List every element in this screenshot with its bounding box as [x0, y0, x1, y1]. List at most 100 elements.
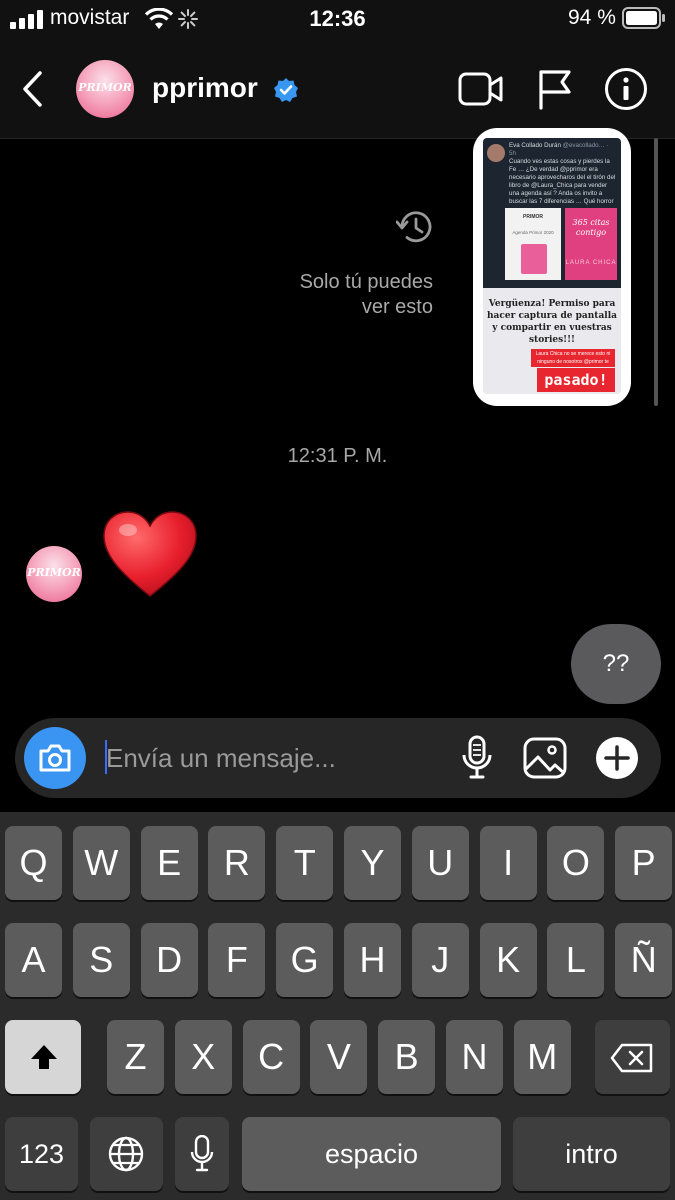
story-reply-card[interactable]: Eva Collado Durán @evacollado… · 5h Cuan… [473, 128, 631, 406]
globe-icon [108, 1136, 144, 1172]
key-d[interactable]: D [140, 923, 198, 997]
key-b[interactable]: B [378, 1020, 436, 1094]
key-ñ[interactable]: Ñ [615, 923, 673, 997]
agenda-book [521, 244, 547, 274]
numbers-key-label: 123 [18, 1139, 65, 1169]
key-label: G [290, 939, 319, 980]
key-i[interactable]: I [479, 826, 537, 900]
message-timestamp: 12:31 P. M. [287, 445, 388, 467]
story-screenshot: Eva Collado Durán @evacollado… · 5h Cuan… [483, 138, 621, 394]
key-label: X [191, 1036, 216, 1077]
key-label: T [293, 842, 316, 883]
key-a[interactable]: A [5, 923, 62, 997]
video-call-icon[interactable] [458, 70, 504, 108]
key-u[interactable]: U [411, 826, 469, 900]
key-q[interactable]: Q [5, 826, 62, 900]
key-label: M [527, 1036, 558, 1077]
gallery-icon[interactable] [523, 737, 567, 779]
key-label: B [394, 1036, 419, 1077]
key-label: S [89, 939, 114, 980]
header-avatar[interactable]: PRIMOR [76, 60, 134, 118]
tweet-body: Eva Collado Durán @evacollado… · 5h Cuan… [509, 142, 617, 214]
key-label: H [359, 939, 386, 980]
verified-badge-icon [274, 78, 298, 102]
key-s[interactable]: S [72, 923, 130, 997]
key-label: U [427, 842, 454, 883]
key-j[interactable]: J [411, 923, 469, 997]
agenda-primor-image: PRIMOR Agenda Primor 2020 [505, 208, 561, 280]
key-label: D [156, 939, 183, 980]
dictation-key[interactable] [175, 1117, 229, 1191]
shift-icon [31, 1045, 57, 1069]
key-label: J [431, 939, 450, 980]
key-label: E [157, 842, 182, 883]
key-z[interactable]: Z [107, 1020, 164, 1094]
book-title: 365 citas contigo [572, 218, 610, 237]
story-caption: Vergüenza! Permiso para hacer captura de… [487, 299, 617, 345]
key-n[interactable]: N [446, 1020, 503, 1094]
key-label: O [561, 842, 590, 883]
key-g[interactable]: G [276, 923, 334, 997]
key-label: I [503, 842, 514, 883]
sender-avatar[interactable]: PRIMOR [26, 546, 82, 602]
book-cover-image: 365 citas contigo LAURA CHICA [565, 208, 617, 280]
space-key[interactable]: espacio [242, 1117, 501, 1191]
delete-icon [610, 1043, 653, 1073]
status-bar: movistar 12:36 94 % [0, 0, 675, 40]
delete-key[interactable] [595, 1020, 670, 1094]
back-chevron-icon[interactable] [20, 70, 46, 108]
key-p[interactable]: P [615, 826, 673, 900]
key-o[interactable]: O [547, 826, 605, 900]
key-v[interactable]: V [310, 1020, 368, 1094]
key-m[interactable]: M [513, 1020, 571, 1094]
dictation-icon [190, 1135, 214, 1172]
key-label: Z [124, 1036, 147, 1077]
history-icon [396, 211, 432, 243]
shift-key[interactable] [5, 1020, 81, 1094]
battery-icon [622, 7, 665, 29]
key-c[interactable]: C [242, 1020, 300, 1094]
key-w[interactable]: W [72, 826, 130, 900]
pasado-label: pasado! [537, 368, 615, 392]
key-f[interactable]: F [208, 923, 266, 997]
tweet-avatar [487, 144, 505, 162]
camera-button[interactable] [24, 727, 86, 789]
key-label: V [326, 1036, 351, 1077]
tweet-text: Cuando ves estas cosas y pierdes la Fe …… [509, 158, 616, 213]
space-key-label: espacio [324, 1139, 419, 1169]
key-label: R [223, 842, 250, 883]
key-label: W [84, 842, 119, 883]
key-k[interactable]: K [479, 923, 537, 997]
sender-avatar-text: PRIMOR [27, 566, 81, 579]
outgoing-message-bubble[interactable]: ?? [571, 624, 661, 704]
key-label: Q [19, 842, 48, 883]
key-label: L [565, 939, 586, 980]
message-input[interactable] [106, 740, 436, 776]
key-label: P [631, 842, 656, 883]
key-y[interactable]: Y [344, 826, 401, 900]
book-author: LAURA CHICA [565, 260, 617, 266]
microphone-icon[interactable] [461, 735, 493, 781]
numbers-key[interactable]: 123 [5, 1117, 78, 1191]
heart-reaction[interactable] [102, 510, 198, 600]
tweet-preview: Eva Collado Durán @evacollado… · 5h Cuan… [483, 138, 621, 288]
key-r[interactable]: R [208, 826, 266, 900]
key-h[interactable]: H [344, 923, 401, 997]
key-label: A [21, 939, 46, 980]
globe-key[interactable] [90, 1117, 163, 1191]
return-key[interactable]: intro [513, 1117, 670, 1191]
chat-username[interactable]: pprimor [152, 72, 258, 104]
key-label: Ñ [630, 939, 657, 980]
plus-icon[interactable] [595, 736, 639, 780]
key-label: K [496, 939, 521, 980]
key-e[interactable]: E [140, 826, 198, 900]
return-key-label: intro [565, 1139, 618, 1169]
key-x[interactable]: X [174, 1020, 232, 1094]
scrollbar[interactable] [654, 138, 658, 406]
flag-icon[interactable] [535, 68, 575, 110]
key-t[interactable]: T [276, 826, 334, 900]
camera-icon [39, 744, 71, 772]
key-l[interactable]: L [547, 923, 605, 997]
agenda-image-caption: Agenda Primor 2020 [512, 230, 554, 235]
info-icon[interactable] [604, 67, 648, 111]
